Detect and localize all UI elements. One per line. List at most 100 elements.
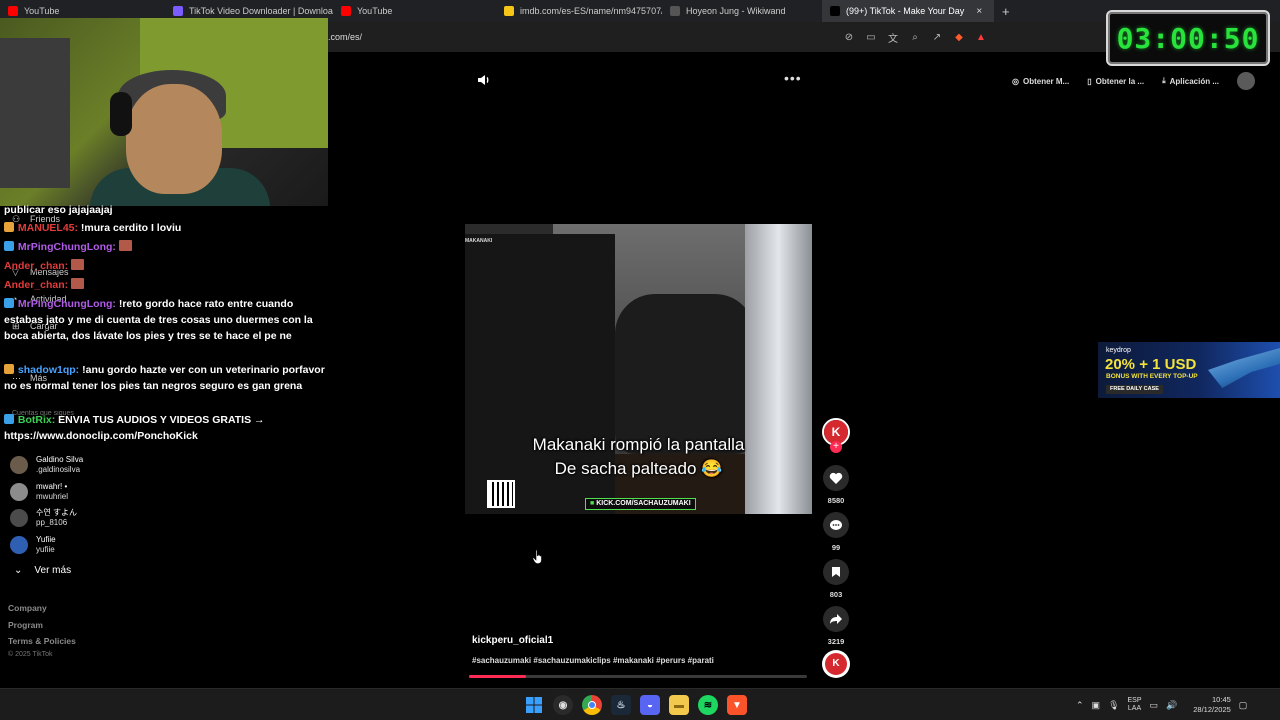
tray-chevron-icon[interactable]: ⌃ xyxy=(1076,700,1084,711)
chat-message: MrPingChungLong: !reto gordo hace rato e… xyxy=(4,296,326,344)
volume-icon[interactable]: 🔊 xyxy=(1166,700,1177,711)
keydrop-ad[interactable]: keydrop 20% + 1 USD BONUS WITH EVERY TOP… xyxy=(1098,342,1280,398)
ad-weapon-image xyxy=(1208,348,1280,388)
taskbar-apps: ◉ ♨ ◒ ▬ ≋ ▼ xyxy=(524,695,747,715)
see-more-label: Ver más xyxy=(34,565,72,576)
chat-emote-icon xyxy=(118,240,132,251)
tab-favicon-icon xyxy=(341,6,351,16)
footer-link-program[interactable]: Program xyxy=(8,620,43,630)
discord-icon[interactable]: ◒ xyxy=(640,695,660,715)
system-tray: ⌃ ▣ 🎙 ESP LAA ▭ 🔊 10:45 28/12/2025 ▢ xyxy=(1076,695,1247,715)
kick-tag: ■ KICK.COM/SACHAUZUMAKI xyxy=(585,498,696,510)
avatar xyxy=(10,536,28,554)
network-icon[interactable]: ▭ xyxy=(1150,700,1159,711)
video-watermark: MAKANAKI xyxy=(465,238,493,244)
kick-tag-label: KICK.COM/SACHAUZUMAKI xyxy=(596,500,691,507)
avatar xyxy=(10,483,28,501)
browser-tab[interactable]: Hoyeon Jung - Wikiwand xyxy=(662,0,822,22)
brave-icon[interactable]: ▼ xyxy=(727,695,747,715)
zoom-icon[interactable]: ⌕ xyxy=(908,30,922,44)
share-button[interactable] xyxy=(823,606,849,632)
chat-badge-icon xyxy=(4,414,14,424)
comment-button[interactable] xyxy=(823,512,849,538)
cast-icon[interactable]: ▭ xyxy=(864,30,878,44)
account-names: Galdino Silva .galdinosilva xyxy=(36,455,83,475)
save-button[interactable] xyxy=(823,559,849,585)
tab-close-icon[interactable]: × xyxy=(976,6,982,17)
chat-emote-icon xyxy=(71,278,85,289)
music-disc-letter: K xyxy=(825,653,847,675)
like-button[interactable] xyxy=(823,465,849,491)
chat-emote-icon xyxy=(71,259,85,270)
obs-icon[interactable]: ◉ xyxy=(553,695,573,715)
browser-tab[interactable]: imdb.com/es-ES/name/nm9475707/ xyxy=(496,0,662,22)
video-progress-bar[interactable] xyxy=(469,675,807,678)
chat-message: Ander_chan: xyxy=(4,258,326,274)
see-more-button[interactable]: ⌄ Ver más xyxy=(14,565,71,576)
follow-plus-icon[interactable]: + xyxy=(830,441,842,453)
chat-username: MrPingChungLong: xyxy=(17,298,116,310)
video-author[interactable]: kickperu_oficial1 xyxy=(472,635,553,646)
chrome-icon[interactable] xyxy=(582,695,602,715)
notifications-icon[interactable]: ▢ xyxy=(1239,700,1248,711)
video-player[interactable]: MAKANAKI Makanaki rompió la pantalla De … xyxy=(465,224,812,514)
following-account[interactable]: mwahr! • mwuhriel xyxy=(10,482,68,502)
tab-title: (99+) TikTok - Make Your Day xyxy=(846,6,965,16)
music-disc[interactable]: K xyxy=(822,650,850,678)
heart-icon xyxy=(829,472,843,484)
chat-username: BotRix: xyxy=(17,414,56,426)
footer-link-company[interactable]: Company xyxy=(8,603,47,613)
get-app-button[interactable]: ▯ Obtener la ... xyxy=(1081,73,1150,89)
brave-rewards-icon[interactable]: ▲ xyxy=(974,30,988,44)
following-account[interactable]: 수연 すよん pp_8106 xyxy=(10,508,77,528)
desktop-app-button[interactable]: ⤓ Aplicación ... xyxy=(1156,73,1225,89)
account-handle: .galdinosilva xyxy=(36,465,81,474)
chat-username: MrPingChungLong: xyxy=(17,241,116,253)
profile-avatar[interactable] xyxy=(1236,72,1255,90)
input-language[interactable]: ESP LAA xyxy=(1128,697,1142,713)
spotify-icon[interactable]: ≋ xyxy=(698,695,718,715)
microphone-icon[interactable]: 🎙 xyxy=(1108,700,1119,711)
footer-link-terms[interactable]: Terms & Policies xyxy=(8,636,76,646)
chat-message: Ander_chan: xyxy=(4,277,326,293)
chevron-down-icon: ⌄ xyxy=(14,565,23,576)
ad-brand: keydrop xyxy=(1106,347,1131,354)
tab-title: TikTok Video Downloader | Downloa xyxy=(189,6,333,16)
account-name: mwahr! • xyxy=(36,482,68,491)
tab-title: YouTube xyxy=(24,6,60,16)
copyright: © 2025 TikTok xyxy=(8,651,53,658)
get-coins-button[interactable]: ◎ Obtener M... xyxy=(1006,73,1075,89)
webcam-overlay xyxy=(0,18,328,206)
browser-tab[interactable]: YouTube xyxy=(333,0,496,22)
get-coins-label: Obtener M... xyxy=(1022,76,1070,86)
ad-offer: 20% + 1 USD xyxy=(1105,356,1197,373)
tray-app-icon[interactable]: ▣ xyxy=(1092,700,1101,711)
file-explorer-icon[interactable]: ▬ xyxy=(669,695,689,715)
new-tab-button[interactable]: + xyxy=(994,4,1018,19)
chat-badge-icon xyxy=(4,298,14,308)
share-icon[interactable]: ↗ xyxy=(930,30,944,44)
ad-offer-subtitle: BONUS WITH EVERY TOP-UP xyxy=(1106,373,1198,380)
steam-icon[interactable]: ♨ xyxy=(611,695,631,715)
browser-tab[interactable]: (99+) TikTok - Make Your Day × xyxy=(822,0,994,22)
start-icon[interactable] xyxy=(524,695,544,715)
chat-text: !mura cerdito I loviu xyxy=(78,222,182,234)
more-options-icon[interactable]: ••• xyxy=(784,70,802,86)
coin-icon: ◎ xyxy=(1012,76,1019,86)
following-account[interactable]: Yufiie yufiie xyxy=(10,535,56,555)
chat-username: MANUEL45: xyxy=(17,222,79,234)
chat-badge-icon xyxy=(4,364,14,374)
url-text[interactable]: .com/es/ xyxy=(328,32,362,42)
account-handle: pp_8106 xyxy=(36,518,68,527)
following-account[interactable]: Galdino Silva .galdinosilva xyxy=(10,455,83,475)
sound-icon[interactable] xyxy=(476,72,492,88)
account-name: Yufiie xyxy=(36,535,56,544)
brave-shield-icon[interactable]: ◆ xyxy=(952,30,966,44)
desktop-app-label: Aplicación ... xyxy=(1169,76,1219,86)
translate-icon[interactable]: 文 xyxy=(886,30,900,45)
system-clock[interactable]: 10:45 28/12/2025 xyxy=(1193,695,1231,715)
stream-timer: 03:00:50 xyxy=(1106,10,1270,66)
video-hashtags[interactable]: #sachauzumaki #sachauzumakiclips #makana… xyxy=(472,656,714,665)
mute-tab-icon[interactable]: ⊘ xyxy=(842,30,856,44)
account-name: Galdino Silva xyxy=(36,455,84,464)
